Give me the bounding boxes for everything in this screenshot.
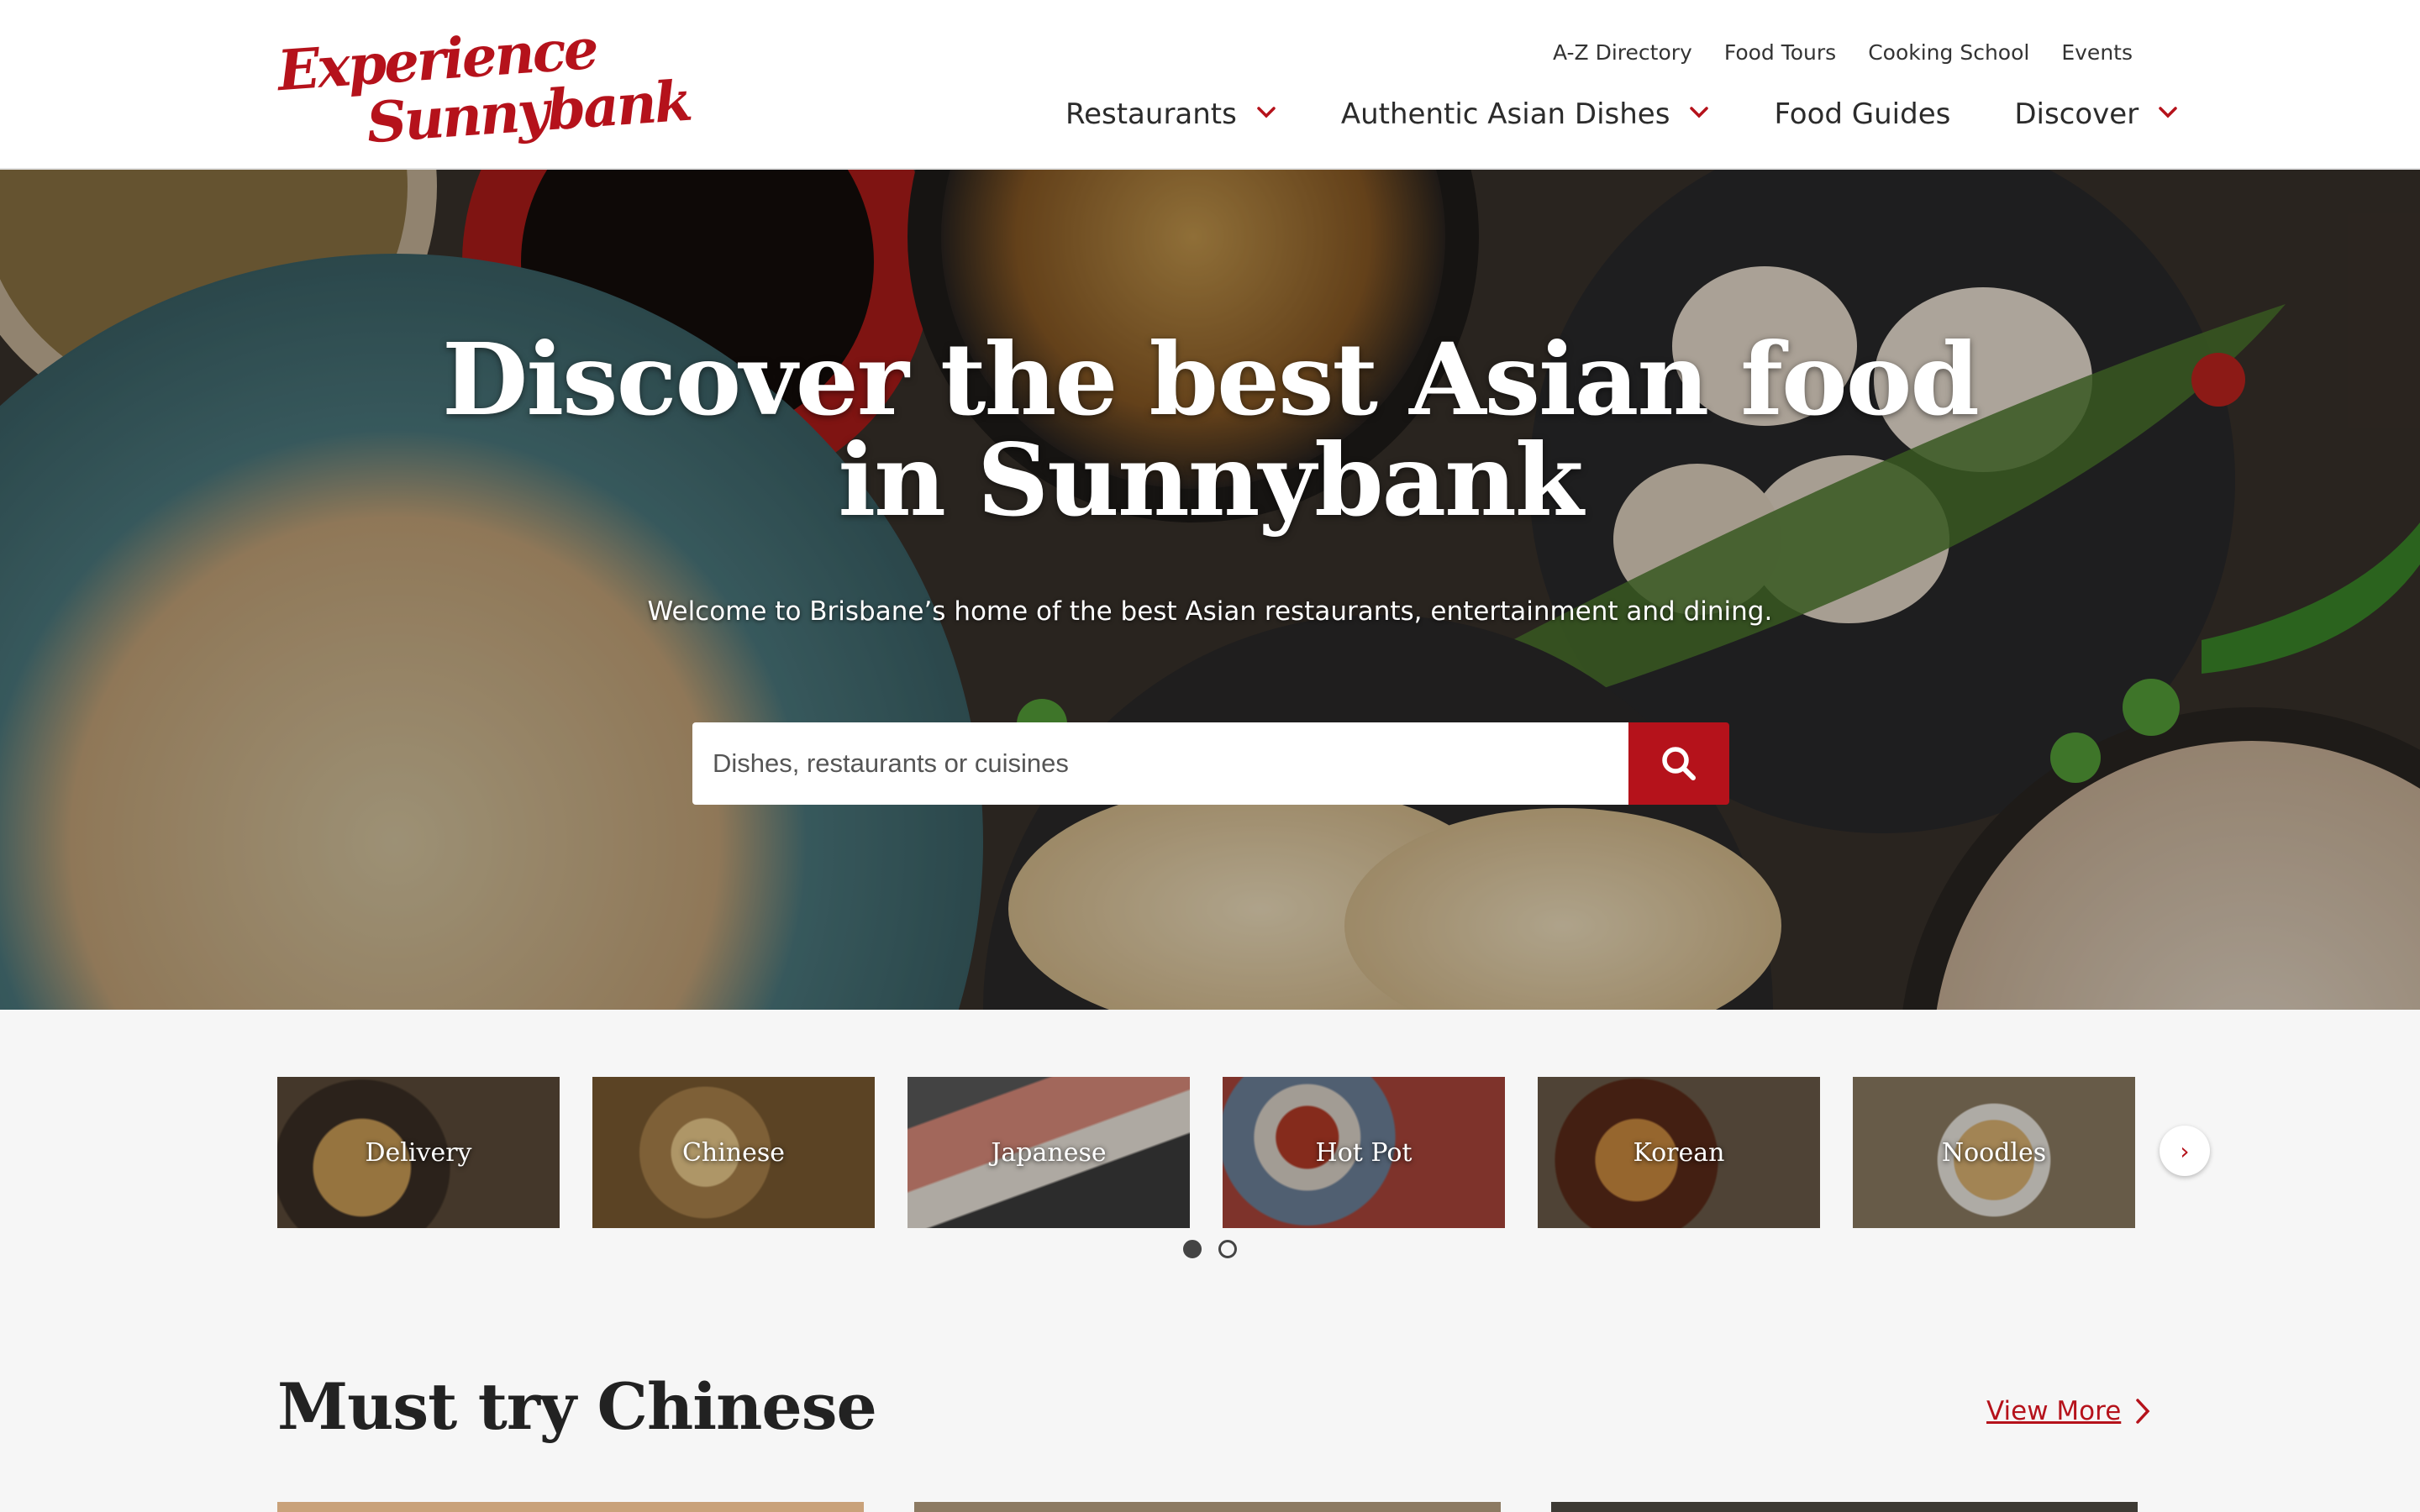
carousel-pagination [1183,1240,1237,1258]
search-input[interactable] [692,722,1628,805]
category-label: Hot Pot [1315,1137,1413,1168]
utility-link-events[interactable]: Events [2061,40,2133,65]
utility-link-food-tours[interactable]: Food Tours [1724,40,1836,65]
category-tile-japanese[interactable]: Japanese [908,1077,1190,1228]
carousel-dot-1[interactable] [1183,1240,1202,1258]
section-title: Must try Chinese [277,1369,877,1444]
nav-label: Restaurants [1065,97,1237,131]
hero-subtitle: Welcome to Brisbane’s home of the best A… [647,596,1773,627]
category-label: Korean [1633,1137,1725,1168]
site-logo[interactable]: Experience Sunnybank [274,16,692,160]
category-tile-noodles[interactable]: Noodles [1853,1077,2135,1228]
view-more-link[interactable]: View More [1986,1396,2151,1426]
view-more-label: View More [1986,1396,2122,1426]
restaurant-card[interactable] [1551,1502,2138,1512]
nav-label: Authentic Asian Dishes [1340,97,1670,131]
search-icon [1662,747,1696,780]
nav-item-restaurants[interactable]: Restaurants [1065,97,1277,131]
category-tile-korean[interactable]: Korean [1538,1077,1820,1228]
nav-label: Discover [2014,97,2139,131]
carousel-dot-2[interactable] [1218,1240,1237,1258]
hero-title-line2: in Sunnybank [838,422,1583,538]
restaurant-card[interactable] [277,1502,864,1512]
nav-item-discover[interactable]: Discover [2014,97,2179,131]
hero-title: Discover the best Asian food in Sunnyban… [0,329,2420,531]
category-label: Japanese [991,1137,1107,1168]
category-tile-delivery[interactable]: Delivery [277,1077,560,1228]
restaurant-card[interactable] [914,1502,1501,1512]
category-tile-chinese[interactable]: Chinese [592,1077,875,1228]
hero-title-line1: Discover the best Asian food [442,321,1980,438]
utility-link-cooking-school[interactable]: Cooking School [1868,40,2029,65]
chevron-down-icon [2159,107,2177,118]
search-button[interactable] [1628,722,1729,805]
chevron-down-icon [1690,107,1709,118]
category-tile-hot-pot[interactable]: Hot Pot [1223,1077,1505,1228]
hero-banner: Discover the best Asian food in Sunnyban… [0,170,2420,1010]
utility-nav: A-Z Directory Food Tours Cooking School … [1553,40,2133,65]
category-label: Chinese [681,1137,786,1168]
carousel-next-button[interactable]: › [2160,1126,2210,1176]
restaurant-card-row [277,1502,2138,1512]
hero-overlay [0,170,2420,1010]
chevron-right-icon [2136,1399,2150,1424]
nav-item-authentic-asian-dishes[interactable]: Authentic Asian Dishes [1341,97,1711,131]
utility-link-az-directory[interactable]: A-Z Directory [1553,40,1692,65]
site-header: Experience Sunnybank A-Z Directory Food … [0,0,2420,170]
category-label: Delivery [365,1137,472,1168]
main-nav: Restaurants Authentic Asian Dishes Food … [1065,97,2179,131]
category-carousel: Delivery Chinese Japanese Hot Pot Korean… [277,1077,2135,1228]
chevron-down-icon [1257,107,1276,118]
category-label: Noodles [1941,1137,2047,1168]
nav-item-food-guides[interactable]: Food Guides [1774,97,1950,131]
nav-label: Food Guides [1774,97,1951,131]
hero-search-form [692,722,1729,805]
